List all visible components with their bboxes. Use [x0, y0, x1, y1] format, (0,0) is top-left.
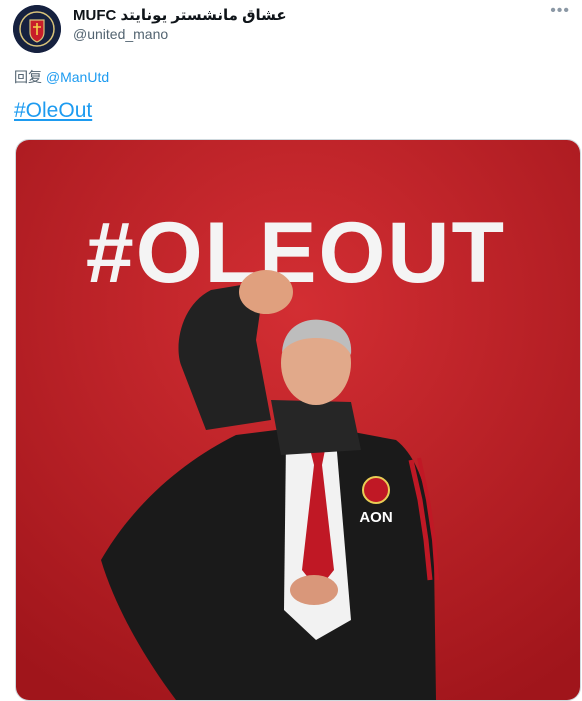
club-crest-icon — [362, 476, 390, 504]
tweet-hashtag-link[interactable]: #OleOut — [14, 99, 92, 123]
user-name-row[interactable]: MUFC عشاق مانشستر يونايتد — [73, 6, 287, 24]
display-name[interactable]: MUFC عشاق مانشستر يونايتد — [73, 6, 287, 24]
avatar[interactable] — [13, 5, 61, 53]
fist — [239, 270, 293, 314]
user-handle[interactable]: @united_mano — [73, 26, 168, 42]
more-options-icon[interactable]: ••• — [550, 2, 570, 20]
reply-mention-link[interactable]: @ManUtd — [46, 69, 109, 85]
tweet-image-graphic: #OLEOUT AON — [16, 140, 580, 700]
tweet-image[interactable]: #OLEOUT AON — [15, 139, 581, 701]
reply-context: 回复 @ManUtd — [14, 67, 109, 87]
mufc-crest-icon — [13, 5, 61, 53]
reply-prefix: 回复 — [14, 69, 42, 85]
jacket-collar — [271, 400, 361, 455]
jacket-sponsor: AON — [359, 509, 392, 526]
image-headline: #OLEOUT — [86, 205, 506, 301]
hand — [290, 575, 338, 605]
